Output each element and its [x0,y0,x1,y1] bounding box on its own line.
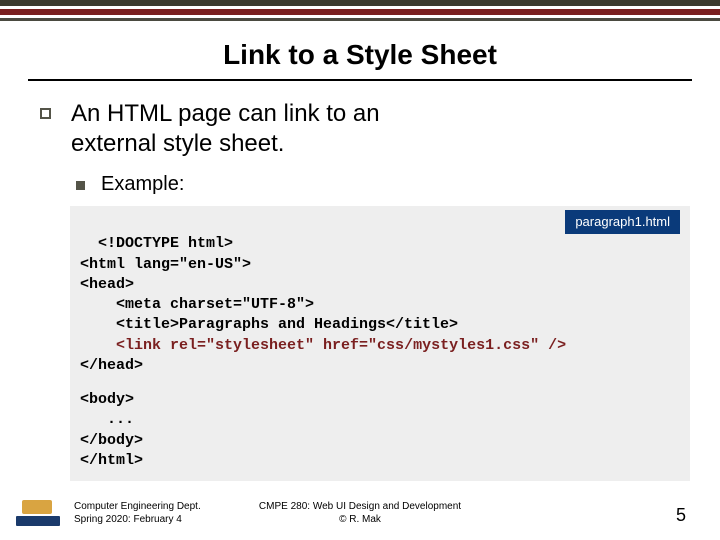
bullet1-text: An HTML page can link to an external sty… [71,99,380,159]
code-link-line: <link rel="stylesheet" href="css/mystyle… [116,337,566,354]
code-line: <html lang="en-US"> [80,256,251,273]
code-line: </head> [80,357,143,374]
code-line: <body> [80,391,134,408]
code-line: <head> [80,276,134,293]
page-number: 5 [676,505,686,526]
header-stripes [0,0,720,21]
bullet2-text: Example: [101,173,184,196]
code-line: ... [80,411,134,428]
code-block: paragraph1.html <!DOCTYPE html> <html lan… [70,206,690,481]
square-fill-icon [76,181,85,190]
bullet-level2: Example: [40,173,680,196]
title-underline [28,79,692,81]
file-badge: paragraph1.html [565,210,680,234]
slide-title: Link to a Style Sheet [0,39,720,71]
code-line: </body> [80,432,143,449]
footer: Computer Engineering Dept. Spring 2020: … [0,500,720,526]
code-line: </html> [80,452,143,469]
footer-center: CMPE 280: Web UI Design and Development … [259,501,461,526]
code-line [80,337,116,354]
sjsu-logo [16,500,60,526]
bullet-level1: An HTML page can link to an external sty… [40,99,680,159]
code-line: <meta charset="UTF-8"> [80,296,314,313]
footer-left: Computer Engineering Dept. Spring 2020: … [74,501,201,526]
code-line: <title>Paragraphs and Headings</title> [80,316,458,333]
square-open-icon [40,108,51,119]
code-line: <!DOCTYPE html> [98,235,233,252]
